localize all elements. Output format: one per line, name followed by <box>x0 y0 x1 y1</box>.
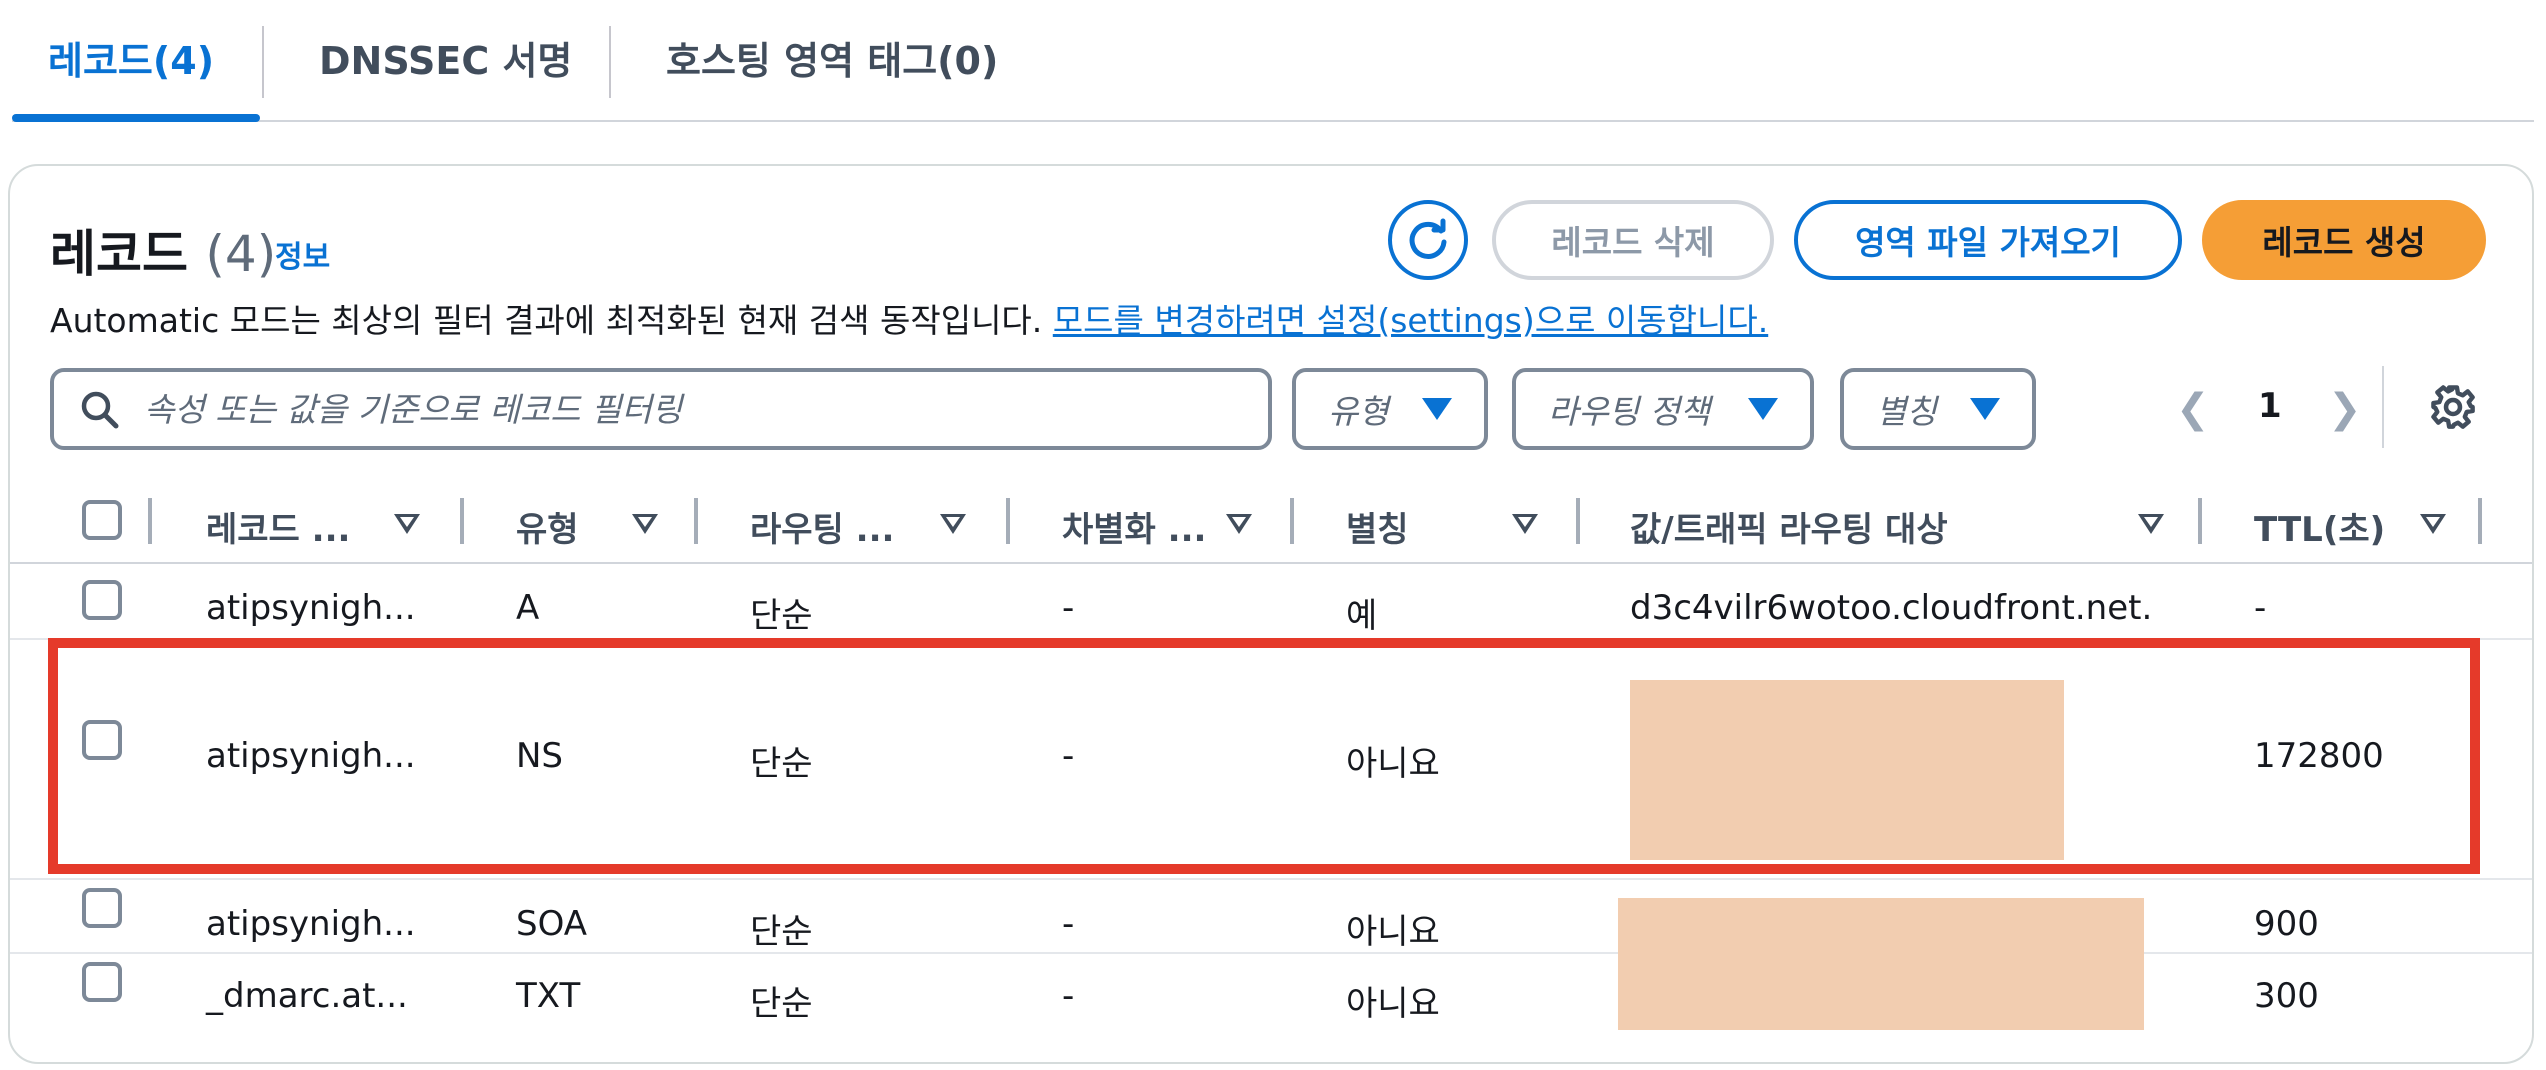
tab-bar: 레코드(4) DNSSEC 서명 호스팅 영역 태그(0) <box>12 0 2534 122</box>
sort-icon[interactable] <box>1512 514 1538 534</box>
ttl-cell: 300 <box>2254 976 2319 1016</box>
sort-icon[interactable] <box>2420 514 2446 534</box>
description-text: Automatic 모드는 최상의 필터 결과에 최적화된 현재 검색 동작입니… <box>50 301 1053 340</box>
ttl-cell: 900 <box>2254 904 2319 944</box>
column-header-ttl[interactable]: TTL(초) <box>2254 502 2385 551</box>
column-divider[interactable] <box>2478 498 2482 544</box>
column-divider[interactable] <box>694 498 698 544</box>
caret-down-icon <box>1748 398 1778 420</box>
alias-filter-select[interactable]: 별칭 <box>1840 368 2036 450</box>
type-cell: A <box>516 588 540 628</box>
differentiator-cell: - <box>1062 588 1075 628</box>
delete-record-button[interactable]: 레코드 삭제 <box>1492 200 1774 280</box>
active-tab-indicator <box>12 114 260 122</box>
column-header-routing-policy[interactable]: 라우팅 ... <box>750 502 894 551</box>
ttl-cell: - <box>2254 588 2267 628</box>
current-page[interactable]: 1 <box>2258 386 2282 426</box>
settings-link[interactable]: 모드를 변경하려면 설정(settings)으로 이동합니다. <box>1053 301 1768 340</box>
column-divider[interactable] <box>460 498 464 544</box>
sort-icon[interactable] <box>2138 514 2164 534</box>
column-header-value[interactable]: 값/트래픽 라우팅 대상 <box>1630 502 1948 551</box>
row-checkbox[interactable] <box>82 888 122 928</box>
tab-divider <box>262 26 264 98</box>
alias-cell: 아니요 <box>1346 984 1440 1024</box>
table-header: 레코드 ... 유형 라우팅 ... 차별화 ... 별칭 값/트래픽 라우팅 … <box>10 482 2532 564</box>
panel-title-text: 레코드 <box>50 225 188 283</box>
import-zone-file-button[interactable]: 영역 파일 가져오기 <box>1794 200 2182 280</box>
caret-down-icon <box>1422 398 1452 420</box>
type-filter-label: 유형 <box>1328 392 1389 431</box>
column-header-differentiator[interactable]: 차별화 ... <box>1062 502 1206 551</box>
tab-hosted-zone-tags[interactable]: 호스팅 영역 태그(0) <box>666 30 998 85</box>
search-box[interactable] <box>50 368 1272 450</box>
next-page-icon[interactable]: ❯ <box>2328 386 2362 432</box>
description: Automatic 모드는 최상의 필터 결과에 최적화된 현재 검색 동작입니… <box>50 294 1768 342</box>
sort-icon[interactable] <box>632 514 658 534</box>
routing-policy-filter-label: 라우팅 정책 <box>1548 392 1711 431</box>
info-link[interactable]: 정보 <box>275 232 330 276</box>
refresh-icon <box>1409 218 1447 259</box>
sort-icon[interactable] <box>1226 514 1252 534</box>
differentiator-cell: - <box>1062 904 1075 944</box>
column-header-alias[interactable]: 별칭 <box>1346 502 1409 551</box>
routing-policy-cell: 단순 <box>750 984 813 1024</box>
records-panel: 레코드 (4) 정보 레코드 삭제 영역 파일 가져오기 레코드 생성 Auto… <box>8 164 2534 1064</box>
table-row[interactable]: atipsynigh... A 단순 - 예 d3c4vilr6wotoo.cl… <box>10 566 2532 638</box>
table-row[interactable]: atipsynigh... SOA 단순 - 아니요 900 <box>10 880 2532 952</box>
redacted-value <box>1618 898 2144 1030</box>
type-cell: TXT <box>516 976 581 1016</box>
routing-policy-cell: 단순 <box>750 912 813 952</box>
alias-cell: 아니요 <box>1346 912 1440 952</box>
record-name-cell[interactable]: _dmarc.at... <box>206 976 408 1016</box>
search-icon <box>81 391 119 429</box>
column-header-type[interactable]: 유형 <box>516 502 579 551</box>
routing-policy-cell: 단순 <box>750 596 813 636</box>
sort-icon[interactable] <box>394 514 420 534</box>
tab-divider <box>609 26 611 98</box>
select-all-checkbox[interactable] <box>82 500 122 540</box>
column-divider[interactable] <box>1576 498 1580 544</box>
column-divider[interactable] <box>148 498 152 544</box>
row-checkbox[interactable] <box>82 962 122 1002</box>
type-filter-select[interactable]: 유형 <box>1292 368 1488 450</box>
caret-down-icon <box>1970 398 2000 420</box>
column-divider[interactable] <box>1290 498 1294 544</box>
create-record-button[interactable]: 레코드 생성 <box>2202 200 2486 280</box>
column-divider[interactable] <box>1006 498 1010 544</box>
search-input[interactable] <box>144 378 1244 440</box>
routing-policy-filter-select[interactable]: 라우팅 정책 <box>1512 368 1814 450</box>
previous-page-icon[interactable]: ❮ <box>2176 386 2210 432</box>
tab-dnssec-signing[interactable]: DNSSEC 서명 <box>319 30 572 85</box>
column-header-record-name[interactable]: 레코드 ... <box>206 502 350 551</box>
record-name-cell[interactable]: atipsynigh... <box>206 588 416 628</box>
sort-icon[interactable] <box>940 514 966 534</box>
row-checkbox[interactable] <box>82 580 122 620</box>
table-row[interactable]: _dmarc.at... TXT 단순 - 아니요 300 <box>10 954 2532 1030</box>
gear-icon[interactable] <box>2430 384 2476 430</box>
tab-records[interactable]: 레코드(4) <box>48 30 214 85</box>
alias-filter-label: 별칭 <box>1876 392 1937 431</box>
alias-cell: 예 <box>1346 596 1378 636</box>
differentiator-cell: - <box>1062 976 1075 1016</box>
record-name-cell[interactable]: atipsynigh... <box>206 904 416 944</box>
pager-divider <box>2382 366 2384 448</box>
refresh-button[interactable] <box>1388 200 1468 280</box>
panel-title: 레코드 (4) <box>50 214 276 286</box>
record-count: (4) <box>205 225 277 283</box>
type-cell: SOA <box>516 904 588 944</box>
highlight-box <box>48 638 2480 874</box>
column-divider[interactable] <box>2198 498 2202 544</box>
value-cell: d3c4vilr6wotoo.cloudfront.net. <box>1630 588 2153 628</box>
